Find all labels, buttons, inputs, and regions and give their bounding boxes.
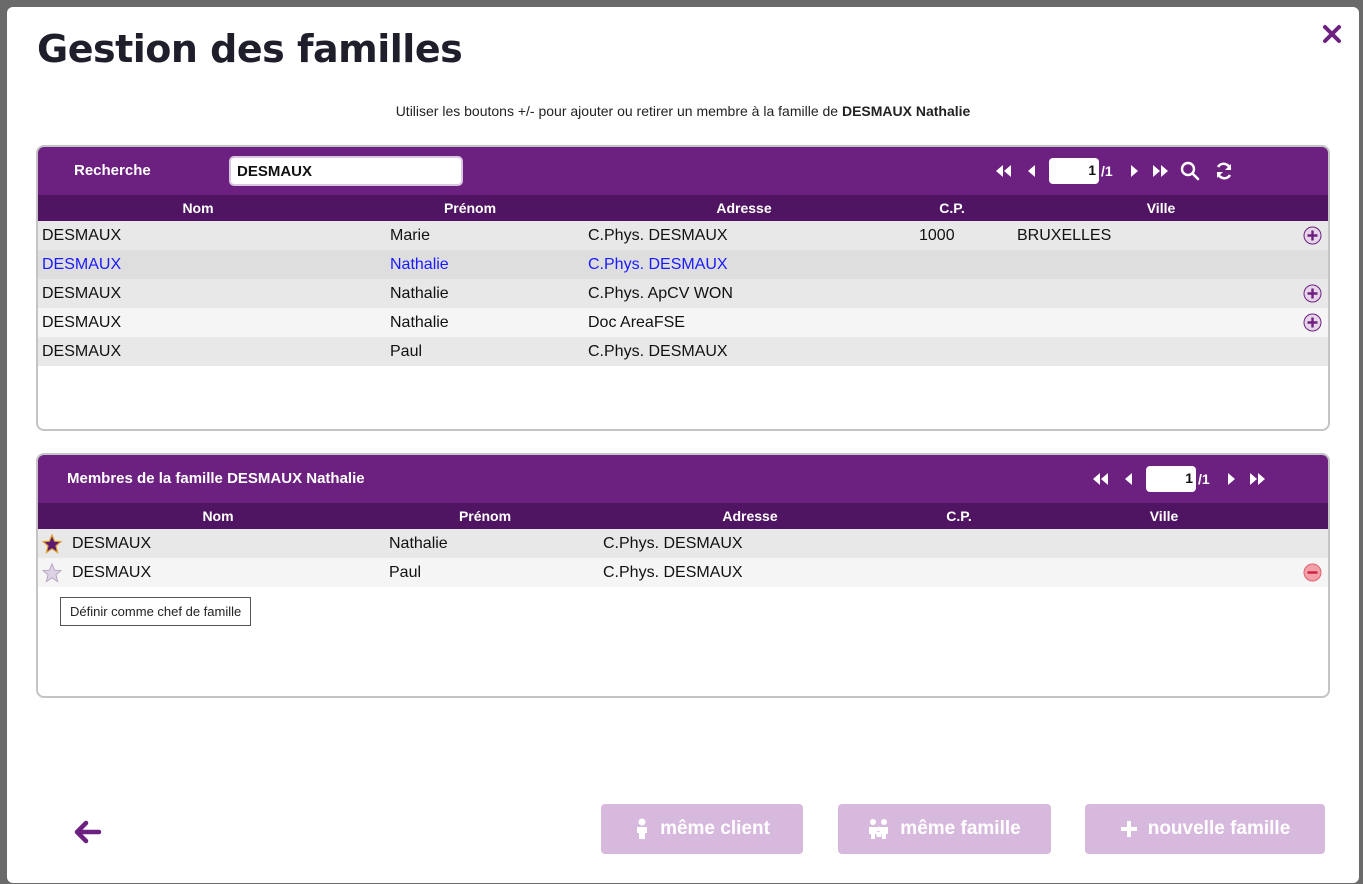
cell-ville: BRUXELLES	[1017, 227, 1112, 244]
table-row[interactable]: DESMAUX Nathalie C.Phys. DESMAUX	[38, 529, 1328, 558]
prev-page-icon[interactable]	[1118, 468, 1140, 490]
table-row[interactable]: DESMAUX Paul C.Phys. DESMAUX	[38, 337, 1328, 366]
back-arrow-icon[interactable]	[72, 819, 102, 845]
cell-nom: DESMAUX	[42, 256, 122, 273]
family-management-dialog: Gestion des familles Utiliser les bouton…	[7, 7, 1359, 883]
search-pager: 1 /1	[993, 147, 1235, 195]
table-row[interactable]: DESMAUX Nathalie Doc AreaFSE	[38, 308, 1328, 337]
cell-adresse: C.Phys. DESMAUX	[588, 227, 728, 244]
family-icon	[869, 819, 889, 839]
members-page-input[interactable]: 1	[1146, 466, 1196, 492]
nouvelle-famille-label: nouvelle famille	[1147, 818, 1291, 839]
plus-circle-icon[interactable]	[1303, 226, 1322, 245]
plus-icon	[1120, 821, 1137, 837]
cell-prenom: Paul	[390, 343, 423, 360]
table-row-selected[interactable]: DESMAUX Nathalie C.Phys. DESMAUX	[38, 250, 1328, 279]
star-icon[interactable]	[42, 534, 62, 554]
search-page-input[interactable]: 1	[1049, 158, 1099, 184]
search-column-header: Nom Prénom Adresse C.P. Ville	[38, 195, 1328, 221]
meme-client-label: même client	[660, 818, 770, 839]
members-panel-header: Membres de la famille DESMAUX Nathalie 1…	[38, 455, 1328, 503]
first-page-icon[interactable]	[1090, 468, 1112, 490]
table-row[interactable]: DESMAUX Paul C.Phys. DESMAUX	[38, 558, 1328, 587]
instruction-text: Utiliser les boutons +/- pour ajouter ou…	[7, 103, 1359, 119]
last-page-icon[interactable]	[1246, 468, 1268, 490]
search-panel-header: Recherche 1 /1	[38, 147, 1328, 195]
cell-cp: 1000	[919, 227, 955, 244]
cell-adresse: C.Phys. DESMAUX	[603, 564, 743, 581]
search-icon[interactable]	[1179, 160, 1201, 182]
page-title: Gestion des familles	[37, 27, 463, 71]
nouvelle-famille-button[interactable]: nouvelle famille	[1085, 804, 1325, 854]
cell-nom: DESMAUX	[42, 314, 122, 331]
table-row[interactable]: DESMAUX Marie C.Phys. DESMAUX 1000 BRUXE…	[38, 221, 1328, 250]
members-page-total: /1	[1198, 471, 1210, 487]
search-panel: Recherche 1 /1 Nom Prénom Adresse C.P. V…	[36, 145, 1330, 431]
cell-nom: DESMAUX	[72, 564, 152, 581]
column-adresse[interactable]: Adresse	[722, 508, 777, 524]
first-page-icon[interactable]	[993, 160, 1015, 182]
cell-prenom: Paul	[389, 564, 422, 581]
table-row[interactable]: DESMAUX Nathalie C.Phys. ApCV WON	[38, 279, 1328, 308]
search-page-total: /1	[1101, 163, 1113, 179]
minus-circle-icon[interactable]	[1303, 563, 1322, 582]
column-cp[interactable]: C.P.	[939, 200, 964, 216]
person-icon	[637, 818, 648, 839]
column-prenom[interactable]: Prénom	[459, 508, 511, 524]
members-label: Membres de la famille DESMAUX Nathalie	[67, 470, 365, 487]
column-adresse[interactable]: Adresse	[716, 200, 771, 216]
next-page-icon[interactable]	[1220, 468, 1242, 490]
meme-famille-button[interactable]: même famille	[838, 804, 1051, 854]
prev-page-icon[interactable]	[1021, 160, 1043, 182]
star-icon[interactable]	[42, 563, 62, 583]
search-results-list: DESMAUX Marie C.Phys. DESMAUX 1000 BRUXE…	[38, 221, 1328, 366]
column-prenom[interactable]: Prénom	[444, 200, 496, 216]
members-pager: 1 /1	[1090, 455, 1268, 503]
cell-adresse: C.Phys. DESMAUX	[603, 535, 743, 552]
search-input[interactable]	[229, 156, 463, 186]
instruction-family-name: DESMAUX Nathalie	[841, 103, 971, 119]
members-column-header: Nom Prénom Adresse C.P. Ville	[38, 503, 1328, 529]
cell-prenom: Nathalie	[389, 535, 448, 552]
instruction-prefix: Utiliser les boutons +/- pour ajouter ou…	[395, 103, 839, 119]
column-ville[interactable]: Ville	[1150, 508, 1179, 524]
close-icon[interactable]	[1321, 23, 1343, 45]
next-page-icon[interactable]	[1123, 160, 1145, 182]
meme-famille-label: même famille	[900, 818, 1021, 839]
column-nom[interactable]: Nom	[182, 200, 213, 216]
cell-adresse: C.Phys. DESMAUX	[588, 343, 728, 360]
refresh-icon[interactable]	[1213, 160, 1235, 182]
cell-prenom: Marie	[390, 227, 431, 244]
members-list: DESMAUX Nathalie C.Phys. DESMAUX DESMAUX…	[38, 529, 1328, 587]
cell-nom: DESMAUX	[72, 535, 152, 552]
cell-nom: DESMAUX	[42, 285, 122, 302]
members-panel: Membres de la famille DESMAUX Nathalie 1…	[36, 453, 1330, 698]
cell-prenom: Nathalie	[390, 256, 449, 273]
cell-adresse: Doc AreaFSE	[588, 314, 685, 331]
plus-circle-icon[interactable]	[1303, 284, 1322, 303]
column-nom[interactable]: Nom	[202, 508, 233, 524]
plus-circle-icon[interactable]	[1303, 313, 1322, 332]
cell-adresse: C.Phys. DESMAUX	[588, 256, 728, 273]
column-cp[interactable]: C.P.	[946, 508, 971, 524]
cell-nom: DESMAUX	[42, 227, 122, 244]
last-page-icon[interactable]	[1149, 160, 1171, 182]
column-ville[interactable]: Ville	[1147, 200, 1176, 216]
meme-client-button[interactable]: même client	[601, 804, 803, 854]
cell-adresse: C.Phys. ApCV WON	[588, 285, 733, 302]
cell-nom: DESMAUX	[42, 343, 122, 360]
cell-prenom: Nathalie	[390, 314, 449, 331]
cell-prenom: Nathalie	[390, 285, 449, 302]
tooltip: Définir comme chef de famille	[60, 597, 252, 626]
search-label: Recherche	[74, 162, 151, 179]
